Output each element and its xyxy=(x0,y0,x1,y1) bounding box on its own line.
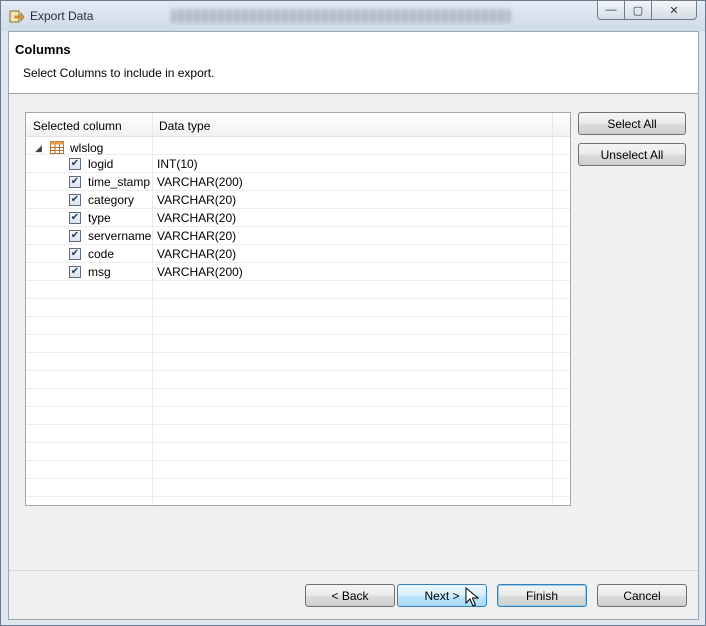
export-data-dialog: Export Data — ▢ ✕ Columns Select Columns… xyxy=(0,0,706,626)
data-type-cell: VARCHAR(20) xyxy=(157,247,237,261)
page-title: Columns xyxy=(15,42,71,57)
row-gridline xyxy=(26,244,570,245)
column-name-cell[interactable]: msg xyxy=(88,265,111,279)
column-checkbox[interactable]: ✔ xyxy=(69,230,81,242)
select-all-button[interactable]: Select All xyxy=(578,112,686,135)
row-gridline xyxy=(26,406,570,407)
close-button[interactable]: ✕ xyxy=(652,1,697,20)
data-type-cell: VARCHAR(200) xyxy=(157,265,243,279)
row-gridline xyxy=(26,316,570,317)
row-gridline xyxy=(26,370,570,371)
export-icon xyxy=(9,10,25,23)
cancel-button[interactable]: Cancel xyxy=(597,584,687,607)
checkmark-icon: ✔ xyxy=(70,212,80,223)
close-icon: ✕ xyxy=(669,4,679,17)
maximize-button[interactable]: ▢ xyxy=(625,1,652,20)
data-type-cell: VARCHAR(20) xyxy=(157,211,237,225)
checkmark-icon: ✔ xyxy=(70,158,80,169)
column-checkbox[interactable]: ✔ xyxy=(69,176,81,188)
data-type-cell: VARCHAR(200) xyxy=(157,175,243,189)
row-gridline xyxy=(26,478,570,479)
row-gridline xyxy=(26,352,570,353)
column-name-cell[interactable]: logid xyxy=(88,157,113,171)
checkmark-icon: ✔ xyxy=(70,194,80,205)
minimize-icon: — xyxy=(605,4,617,16)
table-group-wlslog[interactable]: wlslog xyxy=(70,141,103,155)
column-checkbox[interactable]: ✔ xyxy=(69,212,81,224)
mouse-pointer-icon xyxy=(465,587,479,607)
table-header: Selected column Data type xyxy=(26,113,570,137)
column-name-cell[interactable]: servername xyxy=(88,229,151,243)
row-gridline xyxy=(26,298,570,299)
row-gridline xyxy=(26,190,570,191)
checkmark-icon: ✔ xyxy=(70,248,80,259)
row-gridline xyxy=(26,226,570,227)
column-name-cell[interactable]: code xyxy=(88,247,114,261)
row-gridline xyxy=(26,262,570,263)
checkmark-icon: ✔ xyxy=(70,266,80,277)
page-description: Select Columns to include in export. xyxy=(23,66,215,80)
table-icon xyxy=(50,141,64,154)
finish-button[interactable]: Finish xyxy=(497,584,587,607)
row-gridline xyxy=(26,154,570,155)
row-gridline xyxy=(26,496,570,497)
row-gridline xyxy=(26,424,570,425)
page-header: Columns Select Columns to include in exp… xyxy=(9,32,698,94)
column-checkbox[interactable]: ✔ xyxy=(69,194,81,206)
row-gridline xyxy=(26,334,570,335)
window-title: Export Data xyxy=(30,9,94,23)
columns-table[interactable]: Selected column Data type ◢ wlslog ✔ logi… xyxy=(25,112,571,515)
column-name-cell[interactable]: type xyxy=(88,211,111,225)
column-header-selected-column[interactable]: Selected column xyxy=(33,119,122,133)
unselect-all-button[interactable]: Unselect All xyxy=(578,143,686,166)
expand-arrow-icon[interactable]: ◢ xyxy=(35,143,42,154)
column-header-data-type[interactable]: Data type xyxy=(159,119,210,133)
row-gridline xyxy=(26,442,570,443)
back-button[interactable]: < Back xyxy=(305,584,395,607)
column-checkbox[interactable]: ✔ xyxy=(69,248,81,260)
row-gridline xyxy=(26,208,570,209)
data-type-cell: INT(10) xyxy=(157,157,198,171)
row-gridline xyxy=(26,460,570,461)
data-type-cell: VARCHAR(20) xyxy=(157,193,237,207)
checkmark-icon: ✔ xyxy=(70,230,80,241)
footer-divider xyxy=(9,570,698,571)
row-gridline xyxy=(26,388,570,389)
row-gridline xyxy=(26,514,570,515)
maximize-icon: ▢ xyxy=(632,4,644,17)
title-bar[interactable]: Export Data — ▢ ✕ xyxy=(1,1,705,31)
checkmark-icon: ✔ xyxy=(70,176,80,187)
row-gridline xyxy=(26,280,570,281)
blurred-connection-text xyxy=(171,9,511,23)
column-checkbox[interactable]: ✔ xyxy=(69,266,81,278)
column-name-cell[interactable]: time_stamp xyxy=(88,175,150,189)
column-checkbox[interactable]: ✔ xyxy=(69,158,81,170)
dialog-body: Columns Select Columns to include in exp… xyxy=(8,31,699,620)
row-gridline xyxy=(26,172,570,173)
column-name-cell[interactable]: category xyxy=(88,193,134,207)
data-type-cell: VARCHAR(20) xyxy=(157,229,237,243)
minimize-button[interactable]: — xyxy=(597,1,625,20)
